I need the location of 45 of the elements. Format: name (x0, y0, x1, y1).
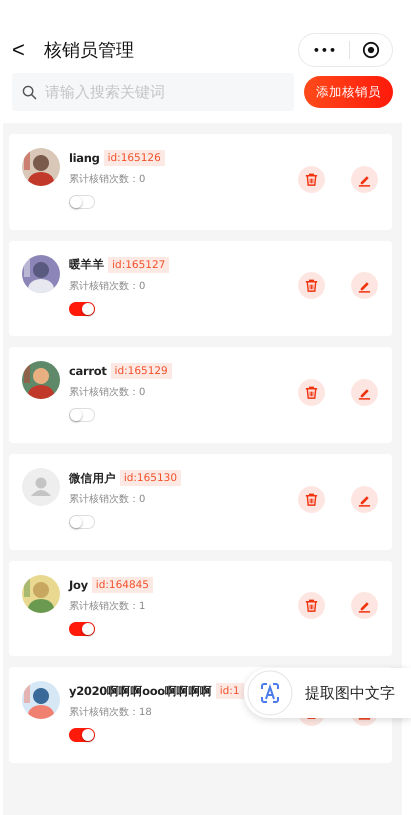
redeem-count: 累计核销次数：0 (69, 386, 146, 400)
redeem-count: 累计核销次数：0 (69, 492, 146, 506)
staff-name: carrot (69, 364, 107, 378)
ocr-popup[interactable]: 提取图中文字 (244, 668, 411, 718)
staff-name: 微信用户 (69, 470, 116, 486)
delete-button[interactable] (298, 592, 325, 620)
redeem-count: 累计核销次数：1 (69, 600, 146, 613)
trash-icon (304, 278, 319, 294)
default-avatar-icon (22, 468, 60, 506)
staff-id: id:165130 (120, 470, 182, 486)
back-button[interactable]: < (12, 37, 40, 63)
redeem-count: 累计核销次数：0 (69, 172, 146, 186)
redeem-count: 累计核销次数：18 (69, 706, 153, 720)
edit-button[interactable] (351, 486, 378, 513)
staff-name: liang (69, 151, 100, 165)
staff-name: Joy (69, 578, 88, 592)
close-target-icon[interactable] (362, 41, 380, 59)
staff-id: id:165126 (104, 150, 165, 166)
staff-id: id:1 (216, 683, 244, 700)
staff-name: y2020啊啊啊ooo啊啊啊啊 (69, 684, 212, 699)
trash-icon (304, 598, 319, 614)
delete-button[interactable] (298, 486, 325, 513)
edit-button[interactable] (351, 592, 378, 620)
enable-switch[interactable] (69, 302, 95, 316)
delete-button[interactable] (298, 166, 325, 192)
edit-button[interactable] (351, 166, 378, 192)
trash-icon (304, 384, 319, 400)
redeem-count: 累计核销次数：0 (69, 280, 146, 293)
delete-button[interactable] (298, 272, 325, 300)
staff-id: id:165127 (108, 256, 170, 273)
extract-text-label: 提取图中文字 (305, 684, 395, 702)
enable-switch[interactable] (69, 622, 95, 636)
text-scan-icon (247, 670, 293, 716)
add-staff-button[interactable]: 添加核销员 (304, 76, 393, 108)
trash-icon (304, 172, 319, 186)
enable-switch[interactable] (69, 728, 95, 742)
staff-id: id:164845 (92, 576, 153, 593)
trash-icon (304, 492, 319, 507)
page-title: 核销员管理 (44, 39, 135, 62)
staff-name: 暖羊羊 (69, 257, 104, 272)
delete-button[interactable] (298, 378, 325, 406)
staff-id: id:165129 (110, 363, 172, 380)
edit-button[interactable] (351, 272, 378, 300)
edit-button[interactable] (351, 378, 378, 406)
more-button[interactable]: ••• (312, 44, 337, 56)
